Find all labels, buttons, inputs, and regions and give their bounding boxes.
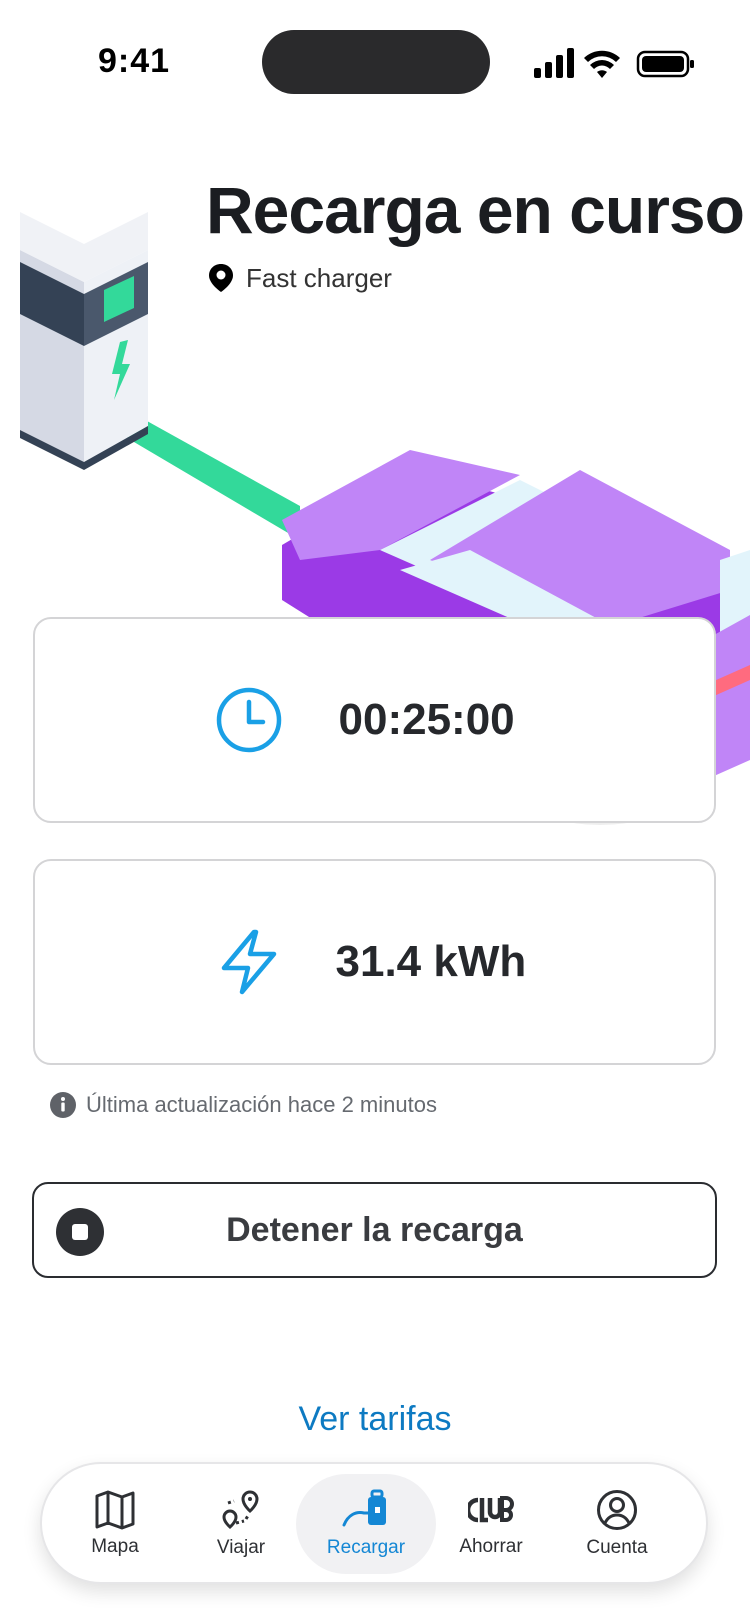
view-rates-link[interactable]: Ver tarifas [0, 1400, 750, 1439]
wifi-icon [584, 50, 620, 78]
nav-item-viajar[interactable]: Viajar [178, 1474, 304, 1574]
lightning-icon [221, 929, 276, 995]
nav-label-recargar: Recargar [326, 1537, 406, 1558]
nav-item-ahorrar[interactable]: Ahorrar [428, 1474, 554, 1574]
energy-value: 31.4 kWh [335, 937, 527, 986]
duration-value: 00:25:00 [338, 695, 515, 744]
status-time: 9:41 [98, 42, 171, 80]
stop-charging-label: Detener la recarga [226, 1210, 523, 1249]
nav-label-mapa: Mapa [91, 1536, 139, 1557]
location-pin-icon [209, 264, 233, 292]
info-icon [50, 1092, 76, 1118]
account-icon [597, 1490, 637, 1530]
status-icons [534, 48, 694, 78]
update-text: Última actualización hace 2 minutos [86, 1092, 437, 1117]
bottom-nav: Mapa Viajar Recargar Ahorrar Cuenta [40, 1462, 708, 1584]
nav-item-cuenta[interactable]: Cuenta [554, 1474, 680, 1574]
clock-icon [216, 687, 281, 753]
map-icon [95, 1490, 135, 1530]
dynamic-island [262, 30, 490, 94]
signal-icon [534, 48, 574, 78]
nav-item-mapa[interactable]: Mapa [52, 1474, 178, 1574]
battery-icon [636, 50, 694, 78]
club-icon [468, 1496, 514, 1523]
update-notice: Última actualización hace 2 minutos [50, 1092, 437, 1118]
route-icon [222, 1490, 259, 1529]
nav-label-cuenta: Cuenta [586, 1537, 648, 1558]
location-label: Fast charger [246, 262, 392, 293]
nav-item-recargar[interactable]: Recargar [296, 1474, 436, 1574]
duration-card: 00:25:00 [33, 617, 716, 823]
charger-post [20, 212, 148, 470]
stop-icon [56, 1208, 104, 1256]
charger-location: Fast charger [208, 258, 392, 298]
nav-label-viajar: Viajar [216, 1537, 266, 1558]
energy-card: 31.4 kWh [33, 859, 716, 1065]
stop-charging-button[interactable]: Detener la recarga [32, 1182, 717, 1278]
nav-label-ahorrar: Ahorrar [459, 1536, 523, 1557]
charging-icon [342, 1489, 386, 1527]
page-title: Recarga en curso [206, 173, 745, 247]
